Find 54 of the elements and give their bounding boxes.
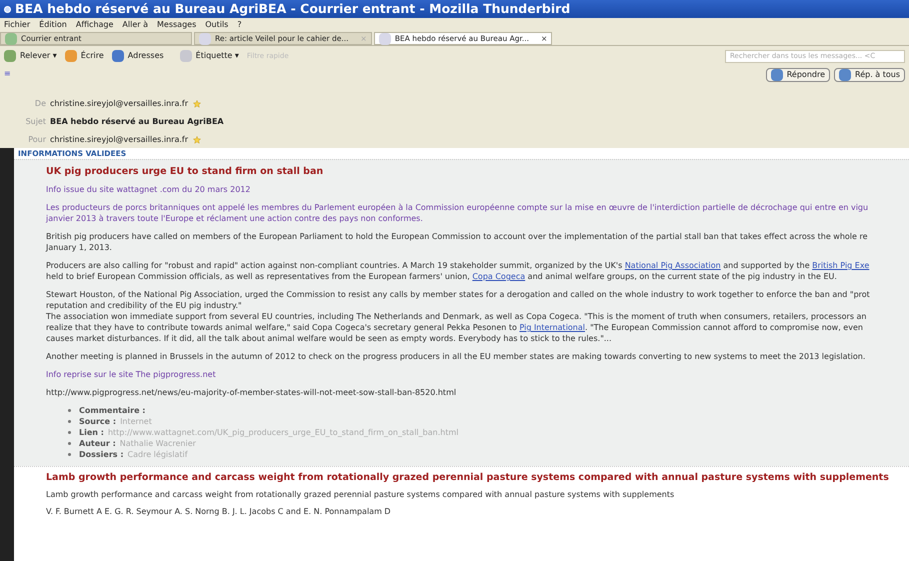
address-book-button[interactable]: Adresses (112, 50, 164, 62)
detail-value: Cadre législatif (128, 449, 188, 460)
link[interactable]: Copa Cogeca (472, 272, 526, 281)
window-title: BEA hebdo réservé au Bureau AgriBEA - Courrier entrant - Mozilla Thunderbird (15, 0, 570, 18)
link[interactable]: Pig International (519, 323, 586, 332)
article-title: UK pig producers urge EU to stand firm on stall ban (46, 166, 324, 177)
menu-item[interactable]: ? (237, 19, 242, 31)
field-value: christine.sireyjol@versailles.inra.fr (50, 134, 188, 146)
field-label: Sujet (24, 116, 46, 128)
field-value: BEA hebdo réservé au Bureau AgriBEA (50, 116, 224, 128)
link[interactable]: British Pig Exe (812, 261, 870, 270)
paragraph: Producers are also calling for "robust and rapid" action against non-compliant countries. A March 19 stakeholder summit, organized by the UK's National Pig Association and supported by the British Pig Exe held to brief European Commission officials, as well as representatives from the European farmers' union, Copa Cogeca and animal welfare groups, on the current state of the pig industry in the EU. (46, 260, 870, 282)
get-mail-button[interactable]: Relever ▾ (4, 50, 57, 62)
bullet-icon (68, 420, 71, 423)
paragraph: Info issue du site wattagnet .com du 20 mars 2012 (46, 184, 252, 195)
bullet-icon (68, 409, 71, 412)
field-value: christine.sireyjol@versailles.inra.fr (50, 98, 188, 110)
menu-item[interactable]: Fichier (4, 19, 30, 31)
bullet-icon (68, 431, 71, 434)
tag-button[interactable]: Étiquette ▾ (180, 50, 239, 62)
detail-value: Nathalie Wacrenier (120, 438, 196, 449)
detail-label: Dossiers : (79, 449, 124, 460)
reply-button[interactable]: Rép. à tous (834, 68, 905, 82)
detail-value: http://www.wattagnet.com/UK_pig_producers_urge_EU_to_stand_firm_on_stall_ban.html (108, 427, 458, 438)
paragraph: Info reprise sur le site The pigprogress.net (46, 369, 217, 380)
detail-label: Source : (79, 416, 116, 427)
article-title: Lamb growth performance and carcass weight from rotationally grazed perennial pasture systems compared with annual pasture systems with supplements (46, 472, 890, 483)
detail-label: Lien : (79, 427, 104, 438)
detail-label: Auteur : (79, 438, 116, 449)
paragraph: V. F. Burnett A E. G. R. Seymour A. S. Norng B. J. L. Jacobs C and E. N. Ponnampalam D (46, 506, 392, 517)
detail-label: Commentaire : (79, 405, 146, 416)
write-button[interactable]: Écrire (64, 50, 104, 62)
paragraph: Lamb growth performance and carcass weight from rotationally grazed perennial pasture systems compared with annual pasture systems with supplements (46, 489, 676, 500)
menu-icon[interactable]: ≡ (4, 68, 11, 80)
paragraph: British pig producers have called on members of the European Parliament to hold the European Commission to account over the implementation of the partial stall ban that takes effect across the whole re January 1, 2013. (46, 231, 869, 253)
menu-item[interactable]: Affichage (76, 19, 114, 31)
link[interactable]: National Pig Association (624, 261, 721, 270)
menu-item[interactable]: Édition (39, 19, 67, 31)
menu-item[interactable]: Messages (157, 19, 196, 31)
bullet-icon (68, 453, 71, 456)
star-icon[interactable] (193, 136, 201, 144)
bullet-icon (68, 442, 71, 445)
paragraph: Stewart Houston, of the National Pig Association, urged the Commission to resist any calls by member states for a derogation and called on the whole industry to work together to enforce the ban and "prot reputation and credibility of the EU pig industry." The association won immediate support from several EU countries, including The Netherlands and Denmark, as well as Copa Cogeca. "This is the moment of truth when consumers, retailers, processors an realize that they have to contribute towards animal welfare," said Copa Cogeca's secretary general Pekka Pesonen to Pig International. "The European Commission cannot afford to compromise now, even causes market disturbances. If it did, all the talk about animal welfare would be seen as empty words. Everybody has to stick to the rules."... (46, 289, 871, 344)
paragraph: Another meeting is planned in Brussels in the autumn of 2012 to check on the progress producers in all the EU member states are making towards converting to new systems to meet the 2013 legislation. (46, 351, 866, 362)
field-label: De (34, 98, 46, 110)
field-label: Pour (27, 134, 46, 146)
detail-value: Internet (120, 416, 152, 427)
app-icon (4, 6, 11, 12)
menu-item[interactable]: Outils (205, 19, 228, 31)
star-icon[interactable] (193, 100, 201, 108)
reply-button[interactable]: Répondre (766, 68, 830, 82)
paragraph: http://www.pigprogress.net/news/eu-majority-of-member-states-will-not-meet-sow-stall-ban-8520.html (46, 387, 458, 398)
menu-item[interactable]: Aller à (122, 19, 148, 31)
paragraph: Les producteurs de porcs britanniques ont appelé les membres du Parlement européen à la Commission européenne compte sur la mise en œuvre de l'interdiction partielle de décrochage qui entre en vigu janvier 2013 à travers toute l'Europe et réclament une action contre des pays non conformes. (46, 202, 870, 224)
